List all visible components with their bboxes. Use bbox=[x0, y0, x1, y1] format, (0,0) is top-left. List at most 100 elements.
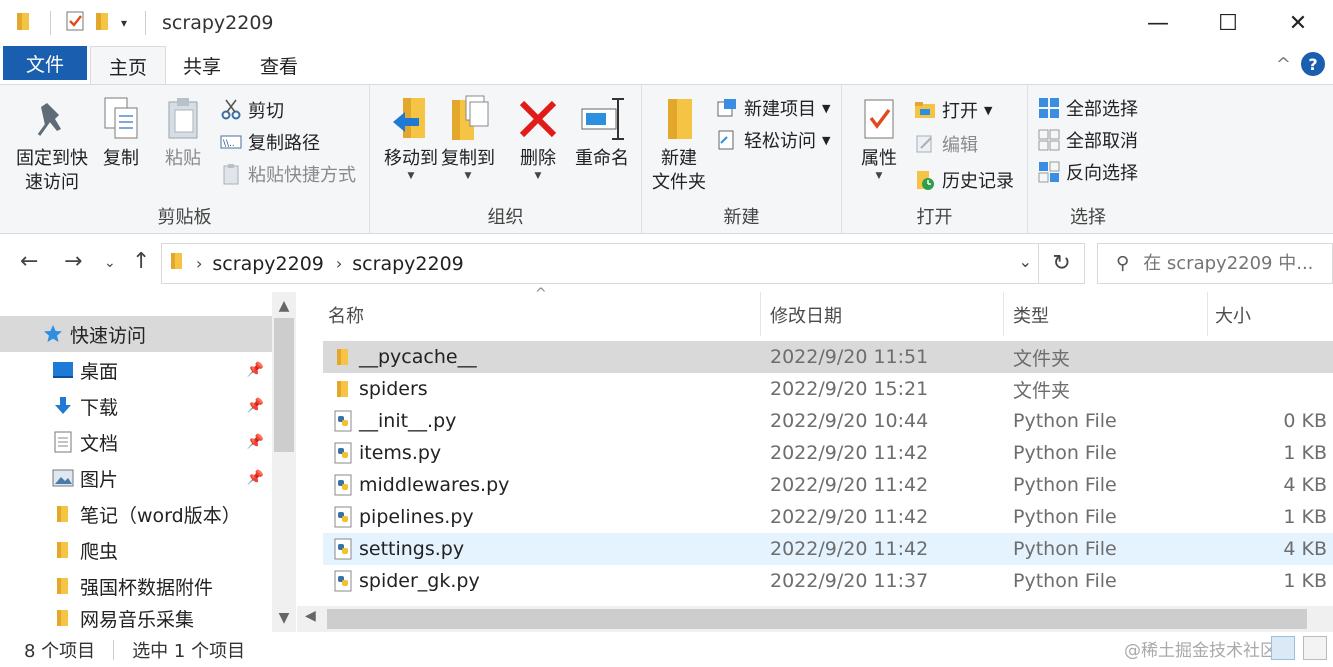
pin-icon bbox=[35, 93, 69, 145]
python-file-icon bbox=[331, 410, 355, 432]
properties-quick-icon[interactable] bbox=[65, 10, 85, 37]
tab-file[interactable]: 文件 bbox=[3, 46, 87, 80]
nav-item-folder[interactable]: 爬虫 bbox=[0, 532, 272, 568]
column-name[interactable]: 名称 bbox=[328, 302, 364, 328]
search-box[interactable]: ⚲ bbox=[1097, 243, 1333, 284]
column-divider[interactable] bbox=[760, 292, 761, 336]
watermark: @稀土掘金技术社区 bbox=[1124, 641, 1277, 661]
back-arrow-icon[interactable]: ← bbox=[20, 249, 38, 274]
address-bar[interactable]: › scrapy2209 › scrapy2209 ⌄ ↻ bbox=[161, 243, 1085, 284]
horizontal-scrollbar[interactable]: ◀ bbox=[297, 606, 1333, 632]
tab-home[interactable]: 主页 bbox=[90, 46, 166, 85]
nav-item-documents[interactable]: 文档 📌 bbox=[0, 424, 272, 460]
new-item-button[interactable]: 新建项目 ▼ bbox=[716, 93, 830, 123]
new-folder-button[interactable]: 新建 文件夹 bbox=[650, 93, 708, 195]
copy-button[interactable]: 复制 bbox=[96, 93, 146, 171]
column-type[interactable]: 类型 bbox=[1013, 302, 1049, 328]
selection-count: 选中 1 个项目 bbox=[132, 640, 246, 662]
tab-share[interactable]: 共享 bbox=[166, 46, 238, 84]
easy-access-button[interactable]: 轻松访问 ▼ bbox=[716, 125, 830, 155]
recent-locations-chevron-icon[interactable]: ⌄ bbox=[104, 255, 116, 271]
nav-item-folder[interactable]: 笔记（word版本） bbox=[0, 496, 272, 532]
tab-view[interactable]: 查看 bbox=[242, 46, 316, 84]
file-row[interactable]: settings.py 2022/9/20 11:42 Python File … bbox=[323, 533, 1333, 565]
desktop-icon bbox=[50, 361, 76, 379]
folder-icon bbox=[170, 251, 184, 276]
paste-button[interactable]: 粘贴 bbox=[156, 93, 210, 171]
status-bar: 8 个项目 选中 1 个项目 @稀土掘金技术社区 bbox=[0, 632, 1333, 667]
paste-shortcut-button[interactable]: 粘贴快捷方式 bbox=[220, 159, 356, 189]
delete-button[interactable]: 删除 ▼ bbox=[514, 93, 562, 181]
nav-item-quick-access[interactable]: 快速访问 bbox=[0, 316, 272, 352]
new-folder-quick-icon[interactable] bbox=[95, 11, 111, 36]
breadcrumb-separator-icon[interactable]: › bbox=[196, 254, 202, 273]
file-row[interactable]: items.py 2022/9/20 11:42 Python File 1 K… bbox=[323, 437, 1333, 469]
scroll-thumb[interactable] bbox=[327, 609, 1307, 629]
up-arrow-icon[interactable]: ↑ bbox=[132, 249, 150, 274]
rename-button[interactable]: 重命名 bbox=[570, 93, 634, 171]
file-row[interactable]: spider_gk.py 2022/9/20 11:37 Python File… bbox=[323, 565, 1333, 597]
file-row[interactable]: pipelines.py 2022/9/20 11:42 Python File… bbox=[323, 501, 1333, 533]
scroll-thumb[interactable] bbox=[274, 318, 294, 452]
pin-icon[interactable]: 📌 bbox=[247, 398, 264, 414]
move-to-button[interactable]: 移动到 ▼ bbox=[376, 93, 446, 181]
copy-to-icon bbox=[446, 93, 490, 145]
pin-icon[interactable]: 📌 bbox=[247, 362, 264, 378]
document-icon bbox=[50, 431, 76, 453]
collapse-ribbon-icon[interactable]: ^ bbox=[1276, 54, 1291, 75]
file-row[interactable]: middlewares.py 2022/9/20 11:42 Python Fi… bbox=[323, 469, 1333, 501]
breadcrumb-separator-icon[interactable]: › bbox=[336, 254, 342, 273]
forward-arrow-icon[interactable]: → bbox=[64, 249, 82, 274]
column-date[interactable]: 修改日期 bbox=[770, 302, 842, 328]
pin-to-quick-access-button[interactable]: 固定到快 速访问 bbox=[10, 93, 94, 195]
breadcrumb-item[interactable]: scrapy2209 bbox=[212, 253, 323, 275]
delete-dropdown-icon: ▼ bbox=[534, 171, 542, 181]
scroll-left-icon[interactable]: ◀ bbox=[305, 608, 316, 624]
refresh-icon[interactable]: ↻ bbox=[1038, 244, 1084, 283]
column-size[interactable]: 大小 bbox=[1215, 302, 1251, 328]
invert-selection-button[interactable]: 反向选择 bbox=[1038, 157, 1138, 187]
nav-item-downloads[interactable]: 下载 📌 bbox=[0, 388, 272, 424]
edit-button[interactable]: 编辑 bbox=[914, 129, 978, 159]
scroll-down-icon[interactable]: ▼ bbox=[272, 610, 296, 626]
file-row[interactable]: __init__.py 2022/9/20 10:44 Python File … bbox=[323, 405, 1333, 437]
open-button[interactable]: 打开 ▼ bbox=[914, 95, 992, 125]
delete-x-icon bbox=[518, 93, 558, 145]
nav-item-folder[interactable]: 强国杯数据附件 bbox=[0, 568, 272, 604]
clipboard-group-label: 剪贴板 bbox=[157, 207, 212, 228]
copy-to-button[interactable]: 复制到 ▼ bbox=[438, 93, 498, 181]
help-icon[interactable]: ? bbox=[1301, 52, 1325, 76]
customize-toolbar-dropdown-icon[interactable]: ▾ bbox=[121, 16, 127, 30]
folder-icon bbox=[50, 608, 76, 628]
move-to-dropdown-icon: ▼ bbox=[407, 171, 415, 181]
open-group: 属性 ▼ 打开 ▼ 编辑 历史记录 打开 bbox=[842, 85, 1028, 233]
large-icons-view-icon[interactable] bbox=[1303, 636, 1327, 660]
maximize-button[interactable]: ☐ bbox=[1193, 0, 1263, 46]
history-button[interactable]: 历史记录 bbox=[914, 165, 1014, 195]
select-all-button[interactable]: 全部选择 bbox=[1038, 93, 1138, 123]
select-none-button[interactable]: 全部取消 bbox=[1038, 125, 1138, 155]
folder-icon bbox=[50, 576, 76, 596]
search-icon: ⚲ bbox=[1116, 253, 1130, 274]
address-dropdown-icon[interactable]: ⌄ bbox=[1019, 252, 1032, 271]
column-divider[interactable] bbox=[1207, 292, 1208, 336]
nav-item-folder[interactable]: 网易音乐采集 bbox=[0, 604, 272, 632]
file-row[interactable]: __pycache__ 2022/9/20 11:51 文件夹 bbox=[323, 341, 1333, 373]
column-header: ^ 名称 修改日期 类型 大小 bbox=[297, 286, 1333, 336]
scroll-up-icon[interactable]: ▲ bbox=[272, 298, 296, 314]
cut-button[interactable]: 剪切 bbox=[220, 95, 284, 125]
copy-path-button[interactable]: \\.. 复制路径 bbox=[220, 127, 320, 157]
column-divider[interactable] bbox=[1003, 292, 1004, 336]
details-view-icon[interactable] bbox=[1271, 636, 1295, 660]
search-input[interactable] bbox=[1143, 253, 1324, 274]
breadcrumb-item[interactable]: scrapy2209 bbox=[352, 253, 463, 275]
nav-scrollbar[interactable]: ▲ ▼ bbox=[272, 292, 296, 632]
minimize-button[interactable]: — bbox=[1123, 0, 1193, 46]
file-row[interactable]: spiders 2022/9/20 15:21 文件夹 bbox=[323, 373, 1333, 405]
properties-button[interactable]: 属性 ▼ bbox=[852, 93, 906, 181]
nav-item-pictures[interactable]: 图片 📌 bbox=[0, 460, 272, 496]
nav-item-desktop[interactable]: 桌面 📌 bbox=[0, 352, 272, 388]
pin-icon[interactable]: 📌 bbox=[247, 434, 264, 450]
close-button[interactable]: ✕ bbox=[1263, 0, 1333, 46]
pin-icon[interactable]: 📌 bbox=[247, 470, 264, 486]
